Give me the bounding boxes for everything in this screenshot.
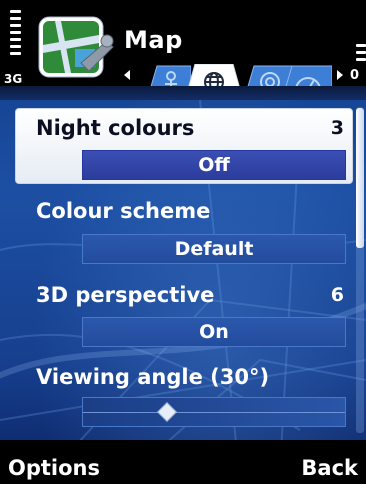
setting-number: 6 bbox=[330, 284, 344, 306]
setting-label-colour-scheme[interactable]: Colour scheme bbox=[36, 199, 210, 223]
setting-label-viewing-angle[interactable]: Viewing angle (30°) bbox=[36, 365, 269, 389]
tab-scroll-left-icon[interactable] bbox=[124, 70, 130, 80]
slider-thumb[interactable] bbox=[157, 402, 178, 422]
map-app-icon bbox=[37, 15, 117, 85]
setting-value-3d-perspective[interactable]: On bbox=[82, 317, 346, 347]
battery-label: 0 bbox=[350, 68, 360, 83]
header-bar: 3G Map 0 bbox=[0, 0, 366, 101]
page-title: Map bbox=[124, 26, 183, 54]
phone-screen: 3G Map 0 Night colours 3 Off Colour sche… bbox=[0, 0, 366, 484]
scrollbar-thumb[interactable] bbox=[356, 108, 364, 248]
setting-label-night-colours[interactable]: Night colours bbox=[36, 116, 194, 140]
slider-track bbox=[83, 412, 345, 413]
network-type-label: 3G bbox=[4, 72, 23, 86]
setting-value-night-colours[interactable]: Off bbox=[82, 150, 346, 180]
setting-label-3d-perspective[interactable]: 3D perspective bbox=[36, 283, 214, 307]
viewing-angle-slider[interactable] bbox=[82, 397, 346, 427]
options-softkey[interactable]: Options bbox=[8, 456, 100, 480]
setting-number: 3 bbox=[330, 117, 344, 139]
tab-scroll-right-icon[interactable] bbox=[337, 70, 343, 80]
header-divider bbox=[0, 86, 366, 100]
setting-value-colour-scheme[interactable]: Default bbox=[82, 234, 346, 264]
back-softkey[interactable]: Back bbox=[301, 456, 358, 480]
